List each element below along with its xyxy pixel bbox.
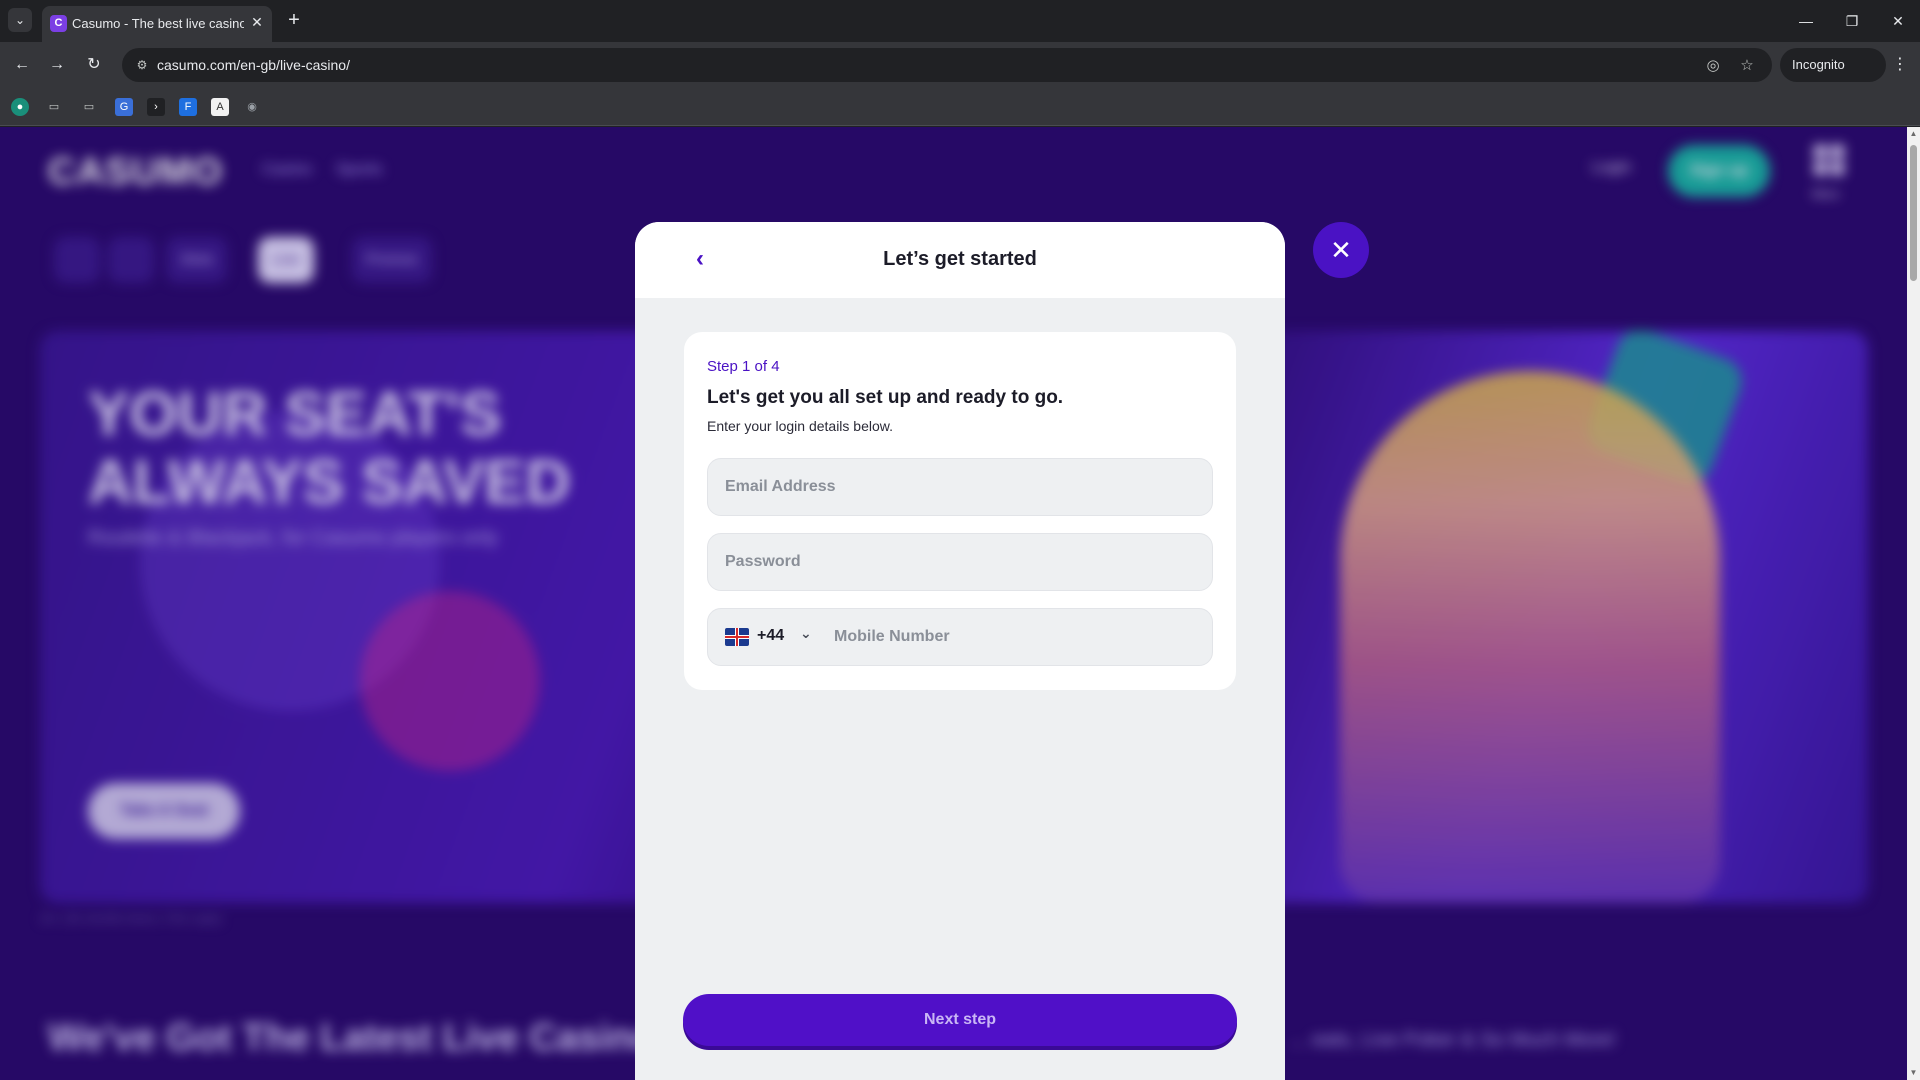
tab-close-icon[interactable]: ✕ (247, 12, 267, 32)
restore-button[interactable]: ❐ (1832, 6, 1872, 36)
scroll-thumb[interactable] (1910, 145, 1917, 281)
back-arrow-icon[interactable]: ← (8, 51, 36, 79)
country-code[interactable]: +44 (757, 627, 784, 645)
reload-icon[interactable]: ↻ (80, 51, 108, 79)
tab-title: Casumo - The best live casino in (72, 16, 244, 31)
address-bar[interactable]: ⚙ casumo.com/en-gb/live-casino/ ◎ ☆ (122, 48, 1772, 82)
folder-icon[interactable]: ▭ (80, 98, 98, 116)
browser-toolbar: ← → ↻ ⚙ casumo.com/en-gb/live-casino/ ◎ … (0, 42, 1920, 88)
mobile-placeholder: Mobile Number (834, 628, 950, 645)
password-field[interactable]: Password (707, 533, 1213, 591)
modal-header: Let’s get started ‹ (635, 222, 1285, 298)
page-scrollbar[interactable]: ▲ ▼ (1907, 127, 1920, 1080)
url-text[interactable]: casumo.com/en-gb/live-casino/ (157, 56, 350, 74)
translate-bookmark-icon[interactable]: G (115, 98, 133, 116)
uk-flag-icon[interactable] (725, 628, 749, 646)
browser-tab[interactable]: C Casumo - The best live casino in ✕ (42, 6, 272, 42)
form-subheading: Enter your login details below. (707, 418, 893, 434)
next-step-button[interactable]: Next step (683, 994, 1237, 1046)
browser-menu-icon[interactable]: ⋮ (1890, 53, 1910, 77)
window-close-button[interactable]: ✕ (1878, 6, 1918, 36)
new-tab-button[interactable]: + (282, 9, 306, 33)
incognito-indicator[interactable]: Incognito (1780, 48, 1886, 82)
bookmark-star-icon[interactable]: ☆ (1736, 55, 1758, 77)
bookmark-1-icon[interactable]: ● (11, 98, 29, 116)
bookmark-a-icon[interactable]: A (211, 98, 229, 116)
browser-tab-bar: ⌄ C Casumo - The best live casino in ✕ +… (0, 0, 1920, 42)
password-placeholder: Password (725, 553, 801, 570)
minimize-button[interactable]: — (1786, 6, 1826, 36)
bookmark-f-icon[interactable]: F (179, 98, 197, 116)
bookmarks-bar: ● ▭ ▭ G › F A ◉ (0, 88, 1920, 126)
modal-title: Let’s get started (883, 248, 1037, 270)
eye-off-icon[interactable]: ◎ (1702, 55, 1724, 77)
scroll-down-icon[interactable]: ▼ (1907, 1066, 1920, 1080)
site-info-icon[interactable]: ⚙ (132, 55, 152, 75)
mobile-number-field[interactable]: +44 ⌄ Mobile Number (707, 608, 1213, 666)
incognito-label: Incognito (1792, 57, 1845, 72)
scroll-up-icon[interactable]: ▲ (1907, 127, 1920, 141)
form-heading: Let's get you all set up and ready to go… (707, 387, 1064, 408)
bookmark-arrow-icon[interactable]: › (147, 98, 165, 116)
signup-modal: Let’s get started ‹ Step 1 of 4 Let's ge… (635, 222, 1285, 1080)
tab-search-button[interactable]: ⌄ (8, 8, 32, 32)
email-field[interactable]: Email Address (707, 458, 1213, 516)
email-placeholder: Email Address (725, 478, 836, 495)
back-chevron-icon[interactable]: ‹ (685, 244, 715, 274)
step-indicator: Step 1 of 4 (707, 358, 780, 375)
forward-arrow-icon[interactable]: → (43, 51, 71, 79)
folder-icon[interactable]: ▭ (45, 98, 63, 116)
close-icon[interactable]: ✕ (1313, 222, 1369, 278)
signup-form-card: Step 1 of 4 Let's get you all set up and… (684, 332, 1236, 690)
casumo-favicon-icon: C (50, 15, 67, 32)
bookmark-globe-icon[interactable]: ◉ (243, 98, 261, 116)
chevron-down-icon[interactable]: ⌄ (800, 625, 812, 642)
